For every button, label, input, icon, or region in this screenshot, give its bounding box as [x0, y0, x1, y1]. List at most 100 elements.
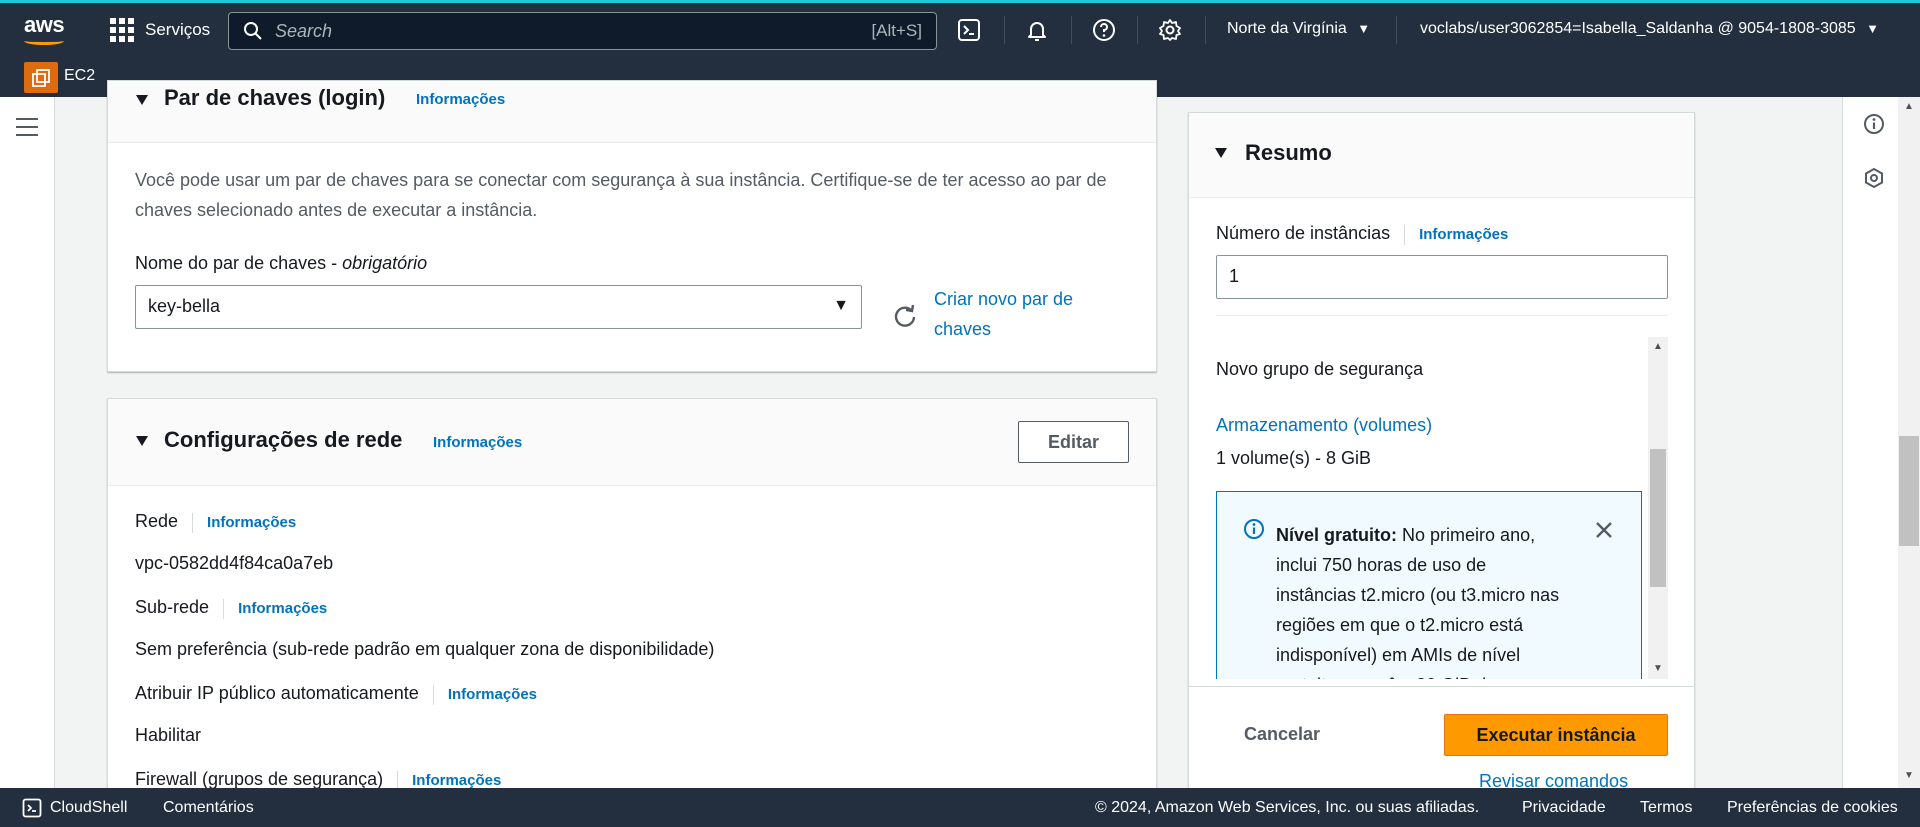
notifications-button[interactable] — [1023, 16, 1051, 44]
subnet-row: Sub-rede Informações — [135, 597, 327, 619]
settings-hexagon-icon[interactable] — [1863, 167, 1885, 189]
subnet-label: Sub-rede — [135, 597, 210, 617]
summary-title: Resumo — [1245, 140, 1332, 165]
storage-link[interactable]: Armazenamento (volumes) — [1216, 415, 1432, 436]
keypair-info-link[interactable]: Informações — [416, 91, 505, 108]
service-name[interactable]: EC2 — [64, 67, 95, 85]
instances-label: Número de instâncias — [1216, 223, 1391, 243]
public-ip-label: Atribuir IP público automaticamente — [135, 683, 419, 703]
firewall-label: Firewall (grupos de segurança) — [135, 769, 384, 789]
cloudshell-icon[interactable] — [22, 798, 42, 818]
instances-info-link[interactable]: Informações — [1419, 226, 1508, 243]
subnet-info-link[interactable]: Informações — [238, 600, 327, 617]
public-ip-row: Atribuir IP público automaticamente Infor… — [135, 683, 537, 705]
bell-icon — [1028, 22, 1046, 41]
keypair-field-label: Nome do par de chaves - obrigatório — [135, 253, 427, 274]
public-ip-value: Habilitar — [135, 725, 202, 745]
field-label-text: Nome do par de chaves - — [135, 253, 343, 273]
scroll-down-icon[interactable]: ▼ — [1904, 770, 1914, 781]
help-icon — [1093, 19, 1115, 41]
free-tier-bold: Nível gratuito: — [1276, 525, 1398, 545]
terms-link[interactable]: Termos — [1640, 799, 1692, 817]
left-rail — [0, 97, 55, 788]
services-label: Serviços — [145, 20, 211, 39]
instances-input-value: 1 — [1229, 266, 1240, 286]
public-ip-info-link[interactable]: Informações — [448, 686, 537, 703]
grid-icon — [110, 18, 134, 42]
aws-logo-text[interactable]: aws — [24, 12, 65, 38]
help-button[interactable] — [1090, 16, 1118, 44]
vpc-row: Rede Informações — [135, 511, 296, 533]
summary-panel-header[interactable]: Resumo — [1189, 113, 1694, 198]
hamburger-menu-icon[interactable] — [16, 118, 38, 142]
page-scroll-thumb[interactable] — [1899, 436, 1919, 546]
free-tier-alert: Nível gratuito: No primeiro ano, inclui … — [1216, 491, 1642, 679]
scroll-down-icon[interactable]: ▼ — [1653, 663, 1663, 674]
security-group-value: Novo grupo de segurança — [1216, 359, 1424, 379]
keypair-description: Você pode usar um par de chaves para se … — [135, 170, 1107, 220]
refresh-icon[interactable] — [892, 303, 918, 329]
account-menu[interactable]: voclabs/user3062854=Isabella_Saldanha @ … — [1420, 20, 1879, 38]
free-tier-body: No primeiro ano, inclui 750 horas de uso… — [1276, 525, 1560, 679]
summary-scrollbar[interactable]: ▲ ▼ — [1648, 337, 1668, 679]
launch-instance-button[interactable]: Executar instância — [1444, 714, 1668, 756]
firewall-info-link[interactable]: Informações — [412, 772, 501, 789]
ec2-service-icon[interactable] — [24, 62, 58, 93]
caret-down-icon: ▼ — [1866, 21, 1880, 36]
close-icon[interactable] — [1594, 520, 1614, 540]
storage-value: 1 volume(s) - 8 GiB — [1216, 448, 1372, 468]
search-shortcut: [Alt+S] — [871, 21, 922, 40]
vpc-label: Rede — [135, 511, 179, 531]
cloudshell-icon — [958, 19, 980, 41]
cookie-preferences-link[interactable]: Preferências de cookies — [1727, 799, 1898, 817]
keypair-panel-header[interactable]: Par de chaves (login) Informações — [108, 81, 1156, 143]
summary-panel: Resumo Número de instâncias Informações 1… — [1188, 112, 1695, 802]
search-input[interactable] — [275, 20, 835, 42]
network-title: Configurações de rede — [164, 427, 403, 452]
keypair-title: Par de chaves (login) — [164, 85, 386, 110]
collapse-triangle-icon[interactable] — [136, 95, 148, 105]
keypair-select[interactable]: key-bella ▼ — [135, 285, 862, 329]
edit-network-button[interactable]: Editar — [1018, 421, 1129, 463]
create-keypair-link[interactable]: Criar novo par de chaves — [934, 284, 1104, 344]
network-panel: Configurações de rede Informações Editar… — [107, 398, 1157, 798]
caret-down-icon: ▼ — [1357, 21, 1371, 36]
network-panel-header[interactable]: Configurações de rede Informações — [108, 399, 1156, 486]
ec2-icon — [32, 68, 50, 87]
collapse-triangle-icon[interactable] — [1215, 148, 1227, 158]
settings-button[interactable] — [1156, 16, 1184, 44]
cloudshell-footer-link[interactable]: CloudShell — [50, 799, 127, 817]
right-rail — [1842, 97, 1902, 788]
info-icon — [1244, 519, 1264, 539]
network-info-link[interactable]: Informações — [433, 434, 522, 451]
region-label: Norte da Virgínia — [1227, 20, 1347, 37]
subnet-value: Sem preferência (sub-rede padrão em qual… — [135, 639, 715, 659]
instances-row: Número de instâncias Informações — [1216, 223, 1508, 245]
caret-down-icon: ▼ — [833, 297, 849, 314]
search-icon — [244, 22, 262, 40]
free-tier-text: Nível gratuito: No primeiro ano, inclui … — [1276, 520, 1566, 679]
feedback-link[interactable]: Comentários — [163, 799, 254, 817]
gear-icon — [1159, 19, 1181, 41]
aws-smile-icon — [24, 37, 64, 45]
search-box[interactable]: [Alt+S] — [228, 12, 937, 50]
summary-scroll-thumb[interactable] — [1650, 449, 1666, 587]
scroll-up-icon[interactable]: ▲ — [1653, 341, 1663, 352]
services-menu-button[interactable]: Serviços — [110, 18, 210, 42]
keypair-panel: Par de chaves (login) Informações Você p… — [107, 80, 1157, 372]
privacy-link[interactable]: Privacidade — [1522, 799, 1606, 817]
summary-scroll-area[interactable]: Novo grupo de segurança Armazenamento (v… — [1216, 337, 1668, 679]
account-label: voclabs/user3062854=Isabella_Saldanha @ … — [1420, 20, 1856, 37]
vpc-value: vpc-0582dd4f84ca0a7eb — [135, 553, 334, 573]
required-text: obrigatório — [342, 253, 428, 273]
cloudshell-button[interactable] — [955, 16, 983, 44]
vpc-info-link[interactable]: Informações — [207, 514, 296, 531]
instances-input[interactable]: 1 — [1216, 255, 1668, 299]
collapse-triangle-icon[interactable] — [136, 436, 148, 446]
region-selector[interactable]: Norte da Virgínia ▼ — [1227, 20, 1370, 38]
cancel-button[interactable]: Cancelar — [1244, 724, 1320, 745]
scroll-up-icon[interactable]: ▲ — [1904, 101, 1914, 112]
info-panel-icon[interactable] — [1863, 113, 1885, 135]
footer: CloudShell Comentários © 2024, Amazon We… — [0, 788, 1920, 827]
copyright-text: © 2024, Amazon Web Services, Inc. ou sua… — [1095, 799, 1480, 816]
